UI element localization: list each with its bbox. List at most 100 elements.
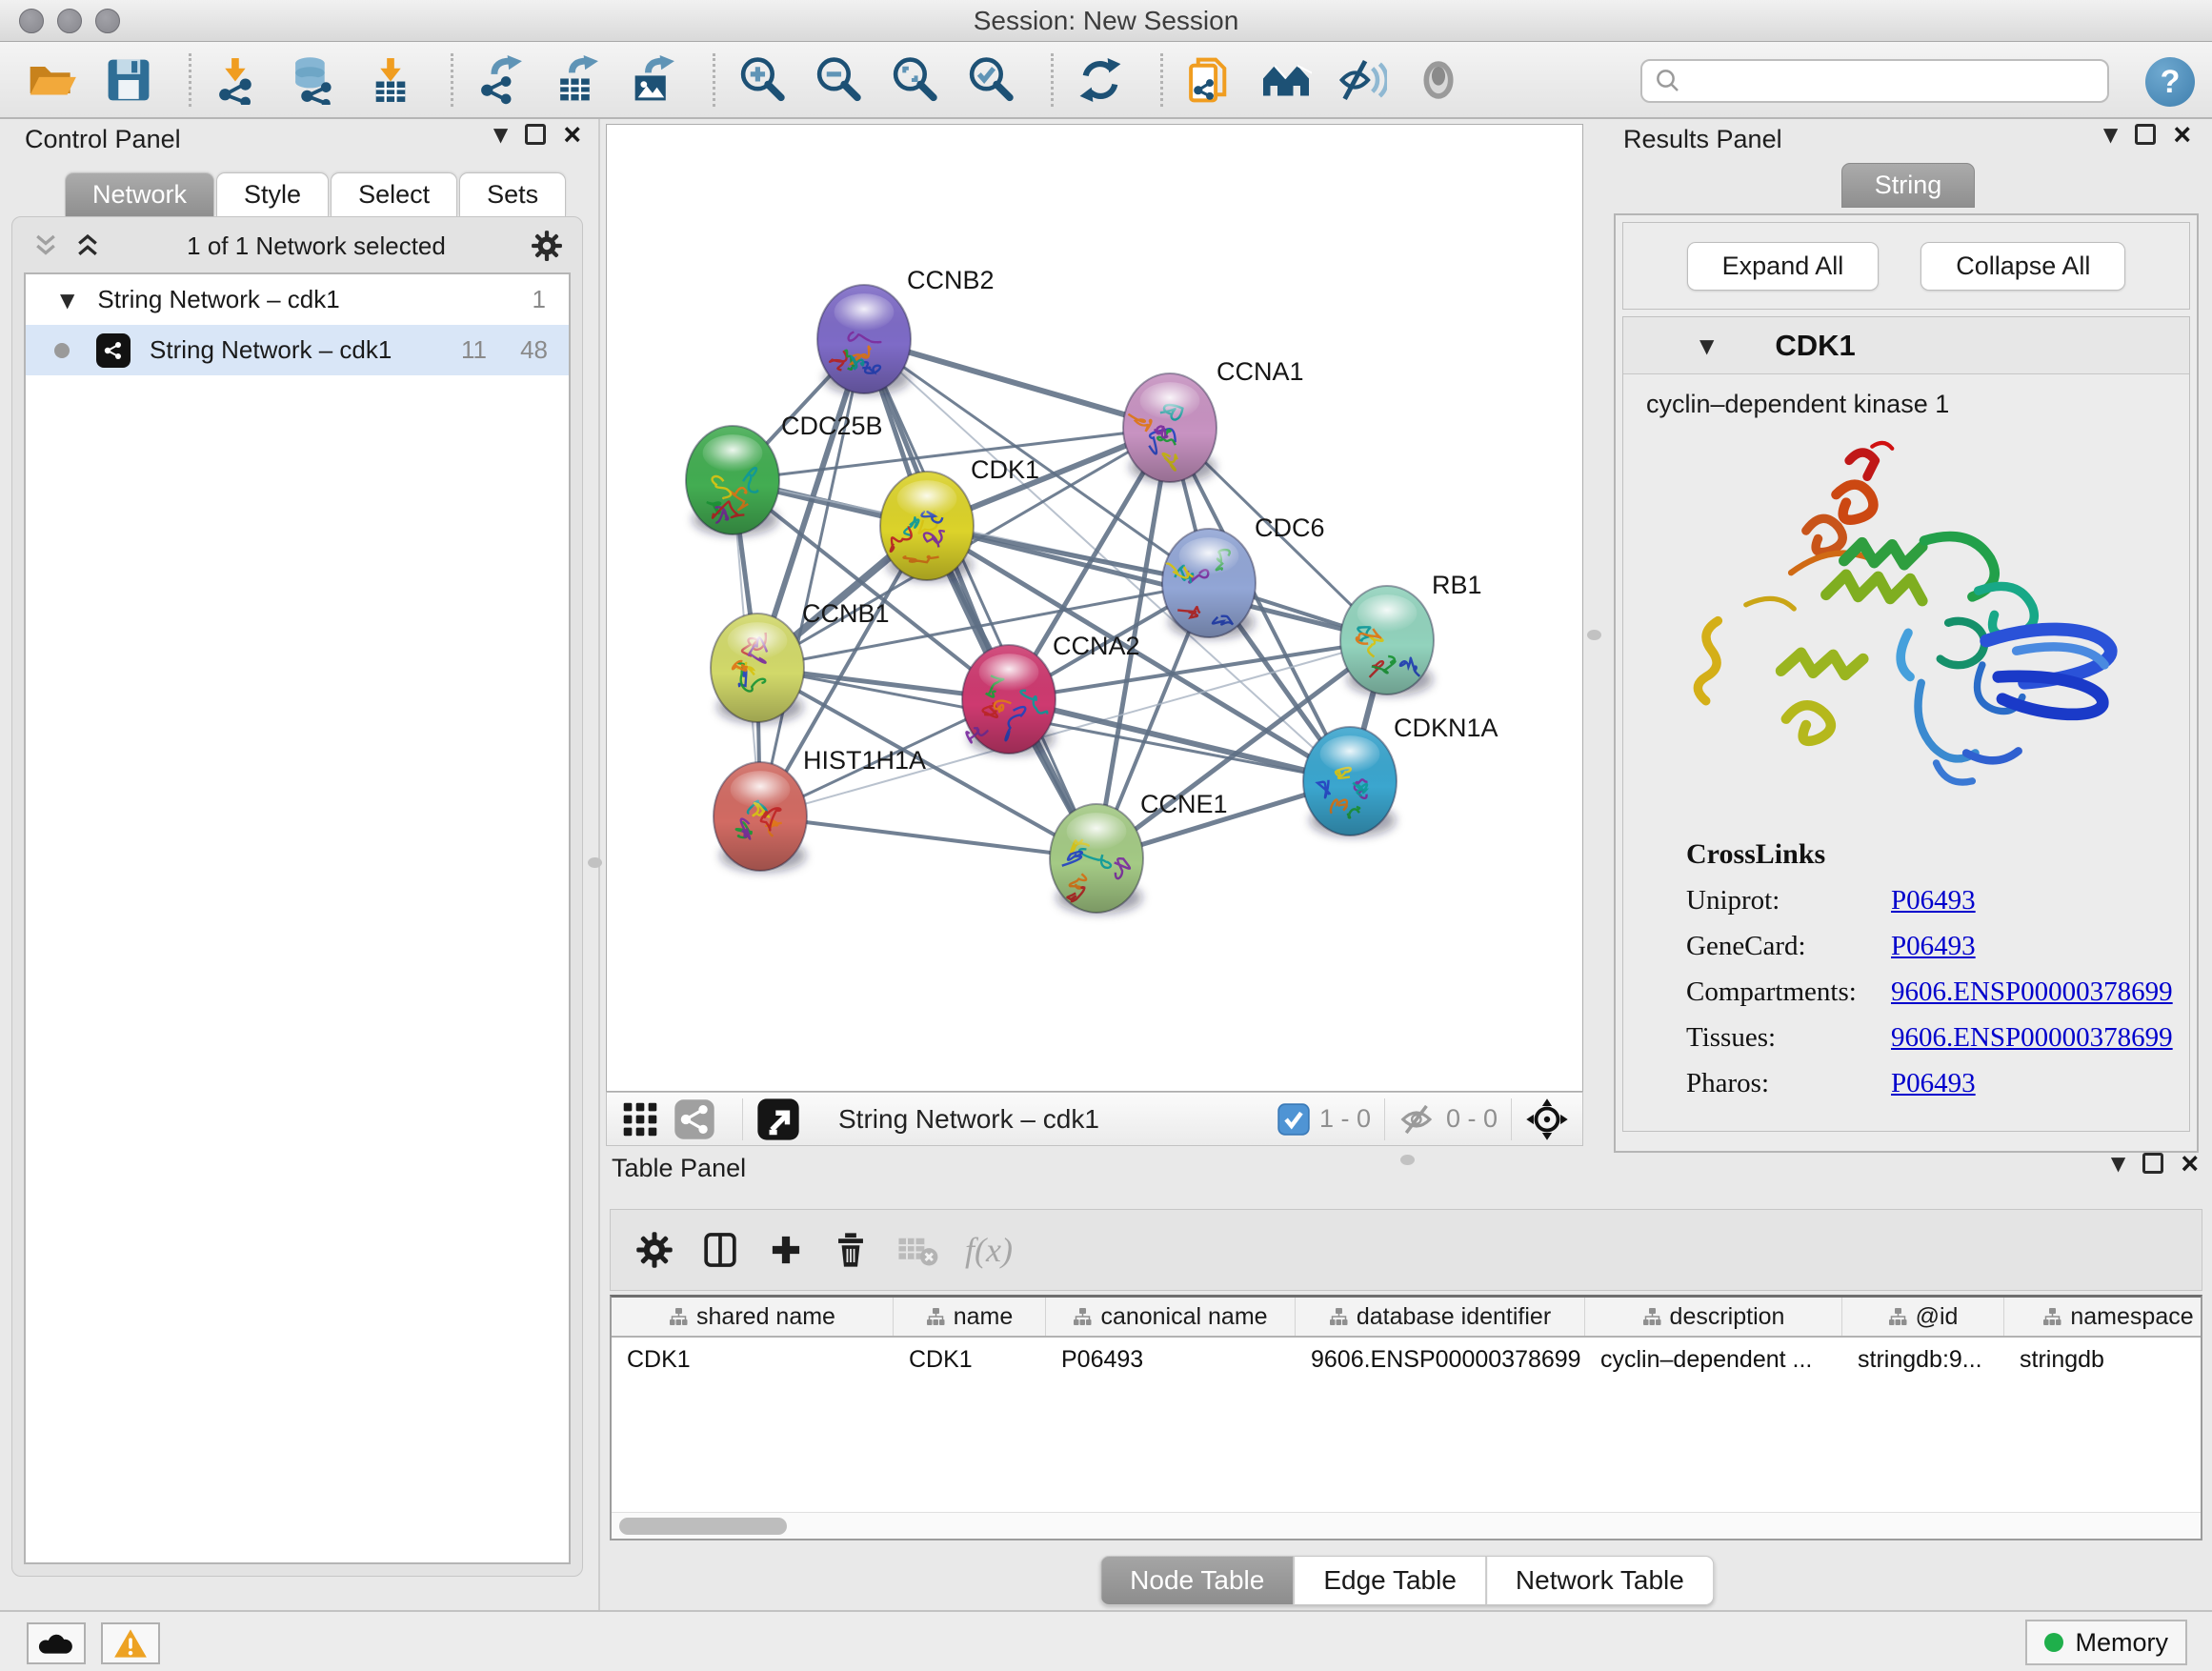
network-node-CCNE1[interactable] bbox=[1050, 804, 1143, 914]
panel-close-icon[interactable]: × bbox=[2181, 1153, 2199, 1174]
memory-button[interactable]: Memory bbox=[2025, 1620, 2187, 1665]
network-edge[interactable] bbox=[760, 816, 1096, 858]
tab-string[interactable]: String bbox=[1841, 163, 1976, 208]
tab-node-table[interactable]: Node Table bbox=[1100, 1556, 1294, 1605]
column-header-canonical-name[interactable]: canonical name bbox=[1046, 1298, 1296, 1336]
hidden-eye-icon[interactable] bbox=[1398, 1102, 1437, 1137]
help-button[interactable]: ? bbox=[2145, 57, 2195, 107]
panel-float-icon[interactable] bbox=[2135, 124, 2156, 145]
search-input[interactable] bbox=[1682, 63, 2107, 99]
birdseye-toggle-button[interactable] bbox=[756, 1097, 800, 1141]
selected-checkbox-icon[interactable] bbox=[1277, 1103, 1310, 1136]
gear-icon[interactable] bbox=[531, 230, 563, 262]
panel-menu-icon[interactable]: ▼ bbox=[493, 123, 508, 146]
network-node-RB1[interactable] bbox=[1340, 586, 1434, 695]
expand-all-icon[interactable] bbox=[73, 232, 102, 260]
tab-style[interactable]: Style bbox=[216, 172, 329, 216]
network-collection-row[interactable]: ▼ String Network – cdk1 1 bbox=[26, 274, 569, 325]
add-column-icon[interactable] bbox=[767, 1231, 805, 1269]
cdk1-disclosure-icon[interactable]: ▼ bbox=[1699, 334, 1714, 357]
grid-mode-button[interactable] bbox=[620, 1099, 660, 1139]
column-header-database-identifier[interactable]: database identifier bbox=[1296, 1298, 1585, 1336]
delete-column-icon[interactable] bbox=[832, 1231, 870, 1269]
collapse-all-button[interactable]: Collapse All bbox=[1920, 242, 2125, 291]
network-node-CCNB2[interactable] bbox=[817, 285, 911, 394]
scrollbar-thumb[interactable] bbox=[619, 1518, 787, 1535]
collapse-all-icon[interactable] bbox=[31, 232, 60, 260]
table-cell[interactable]: CDK1 bbox=[894, 1346, 1046, 1374]
table-cell[interactable]: stringdb:9... bbox=[1842, 1346, 2004, 1374]
string-eye-button[interactable] bbox=[1407, 50, 1470, 111]
table-cell[interactable]: cyclin–dependent ... bbox=[1585, 1346, 1842, 1374]
export-image-button[interactable] bbox=[621, 50, 684, 111]
expand-all-button[interactable]: Expand All bbox=[1687, 242, 1880, 291]
table-row[interactable]: CDK1CDK1P064939606.ENSP00000378699cyclin… bbox=[612, 1338, 2201, 1381]
left-splitter-handle[interactable] bbox=[588, 857, 602, 868]
tab-network[interactable]: Network bbox=[65, 172, 214, 216]
crosslink-value-link[interactable]: 9606.ENSP00000378699 bbox=[1891, 1022, 2173, 1053]
panel-close-icon[interactable]: × bbox=[563, 124, 581, 145]
export-network-button[interactable] bbox=[469, 50, 532, 111]
string-hide-glass-button[interactable] bbox=[1331, 50, 1394, 111]
panel-menu-icon[interactable]: ▼ bbox=[2103, 123, 2118, 146]
string-homology-button[interactable] bbox=[1255, 50, 1317, 111]
zoom-fit-button[interactable] bbox=[883, 50, 946, 111]
panel-menu-icon[interactable]: ▼ bbox=[2111, 1152, 2125, 1175]
network-node-HIST1H1A[interactable] bbox=[714, 762, 807, 872]
column-header--id[interactable]: @id bbox=[1842, 1298, 2004, 1336]
network-node-CCNA1[interactable] bbox=[1123, 373, 1217, 483]
right-splitter-handle[interactable] bbox=[1587, 630, 1601, 640]
tab-network-table[interactable]: Network Table bbox=[1486, 1556, 1714, 1605]
panel-float-icon[interactable] bbox=[525, 124, 546, 145]
close-window-button[interactable] bbox=[19, 9, 44, 33]
tab-sets[interactable]: Sets bbox=[459, 172, 566, 216]
crosslink-value-link[interactable]: 9606.ENSP00000378699 bbox=[1891, 976, 2173, 1007]
gear-icon[interactable] bbox=[635, 1231, 674, 1269]
crosslink-value-link[interactable]: P06493 bbox=[1891, 1068, 1976, 1098]
import-network-file-button[interactable] bbox=[207, 50, 270, 111]
column-header-namespace[interactable]: namespace bbox=[2004, 1298, 2202, 1336]
apply-layout-button[interactable] bbox=[1069, 50, 1132, 111]
network-node-CCNB1[interactable] bbox=[711, 614, 804, 723]
table-cell[interactable]: CDK1 bbox=[612, 1346, 894, 1374]
table-hscrollbar[interactable] bbox=[612, 1512, 2201, 1539]
network-row-selected[interactable]: String Network – cdk1 11 48 bbox=[26, 325, 569, 375]
collection-disclosure-icon[interactable]: ▼ bbox=[60, 289, 74, 312]
column-header-description[interactable]: description bbox=[1585, 1298, 1842, 1336]
network-canvas[interactable]: CCNB2CCNA1CDC25BCDK1CDC6RB1CCNB1CCNA2CDK… bbox=[606, 124, 1583, 1092]
table-cell[interactable]: 9606.ENSP00000378699 bbox=[1296, 1346, 1585, 1374]
tab-edge-table[interactable]: Edge Table bbox=[1294, 1556, 1486, 1605]
crosslink-value-link[interactable]: P06493 bbox=[1891, 931, 1976, 961]
network-node-CDKN1A[interactable] bbox=[1303, 727, 1397, 836]
import-table-file-button[interactable] bbox=[359, 50, 422, 111]
open-session-button[interactable] bbox=[21, 50, 84, 111]
crosshair-icon[interactable] bbox=[1525, 1097, 1569, 1141]
network-node-CDC6[interactable] bbox=[1162, 529, 1256, 638]
string-protein-query-button[interactable] bbox=[1178, 50, 1241, 111]
view-share-button[interactable] bbox=[674, 1098, 715, 1140]
panel-close-icon[interactable]: × bbox=[2173, 124, 2191, 145]
cdk1-card-header[interactable]: ▼ CDK1 bbox=[1623, 317, 2189, 374]
save-session-button[interactable] bbox=[97, 50, 160, 111]
export-table-button[interactable] bbox=[545, 50, 608, 111]
network-edge[interactable] bbox=[864, 339, 1096, 858]
table-cell[interactable]: stringdb bbox=[2004, 1346, 2202, 1374]
network-node-CCNA2[interactable] bbox=[962, 645, 1056, 755]
zoom-window-button[interactable] bbox=[95, 9, 120, 33]
minimize-window-button[interactable] bbox=[57, 9, 82, 33]
column-header-shared-name[interactable]: shared name bbox=[612, 1298, 894, 1336]
zoom-out-button[interactable] bbox=[807, 50, 870, 111]
cloud-status-button[interactable] bbox=[27, 1622, 86, 1664]
warnings-button[interactable] bbox=[101, 1622, 160, 1664]
split-columns-icon[interactable] bbox=[700, 1230, 740, 1270]
panel-float-icon[interactable] bbox=[2142, 1153, 2163, 1174]
import-network-database-button[interactable] bbox=[283, 50, 346, 111]
crosslink-value-link[interactable]: P06493 bbox=[1891, 885, 1976, 916]
network-node-CDC25B[interactable] bbox=[686, 426, 779, 535]
zoom-in-button[interactable] bbox=[731, 50, 794, 111]
zoom-selected-button[interactable] bbox=[959, 50, 1022, 111]
network-node-CDK1[interactable] bbox=[880, 472, 974, 581]
tab-select[interactable]: Select bbox=[331, 172, 457, 216]
column-header-name[interactable]: name bbox=[894, 1298, 1046, 1336]
table-cell[interactable]: P06493 bbox=[1046, 1346, 1296, 1374]
